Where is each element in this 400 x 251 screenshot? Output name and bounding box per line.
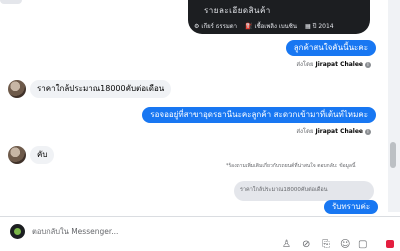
outgoing-message[interactable]: รอจออยู่ที่สาขาอุดรธานีนะคะลูกค้า สะดวกเ…: [142, 107, 376, 123]
sticker-icon[interactable]: ▢: [358, 240, 367, 250]
page-avatar: [10, 224, 25, 239]
sent-by-label: ส่งโดย Jirapat Chalee i: [296, 126, 371, 136]
meta-year-text: ปี 2014: [312, 23, 334, 30]
quoted-message[interactable]: ราคาใกล้ประมาณ18000คับต่อเดือน: [234, 181, 374, 201]
sent-by-label: ส่งโดย Jirapat Chalee i: [296, 59, 371, 69]
post-title: รายละเอียดสินค้า: [204, 6, 271, 15]
avatar[interactable]: [8, 146, 26, 164]
sender-name: Jirapat Chalee: [315, 128, 363, 135]
top-left-tab: [0, 0, 22, 4]
info-icon[interactable]: i: [365, 61, 371, 68]
info-icon[interactable]: i: [365, 128, 371, 135]
quoted-text: ราคาใกล้ประมาณ18000คับต่อเดือน: [240, 187, 328, 193]
like-icon[interactable]: [386, 240, 394, 248]
gear-icon: ⚙: [194, 23, 200, 30]
meta-year: ▦ ปี 2014: [305, 21, 334, 31]
reply-context: *ร้องถามเพิ่มเติมเกี่ยวกับรถยนต์ที่น่าสน…: [226, 163, 356, 169]
outgoing-message[interactable]: ลูกค้าสนใจคันนี้นะคะ: [285, 40, 376, 56]
meta-fuel-text: เชื้อเพลิง เบนซิน: [254, 23, 297, 30]
attachment-icon[interactable]: ⎘: [322, 240, 330, 250]
meta-gear-text: เกียร์ ธรรมดา: [201, 23, 238, 30]
outgoing-message[interactable]: รับทราบค่ะ: [324, 200, 379, 214]
avatar[interactable]: [8, 80, 26, 98]
post-meta: ⚙ เกียร์ ธรรมดา ⛽ เชื้อเพลิง เบนซิน ▦ ปี 20…: [194, 21, 334, 31]
sent-by-prefix: ส่งโดย: [296, 128, 314, 135]
emoji-icon[interactable]: ☺: [340, 240, 350, 250]
sent-by-prefix: ส่งโดย: [296, 61, 314, 68]
meta-gear: ⚙ เกียร์ ธรรมดา: [194, 21, 237, 31]
meta-fuel: ⛽ เชื้อเพลิง เบนซิน: [245, 21, 297, 31]
incoming-message[interactable]: คับ: [30, 146, 55, 164]
scrollbar-thumb[interactable]: [390, 142, 396, 168]
fuel-icon: ⛽: [245, 23, 253, 30]
sender-name: Jirapat Chalee: [315, 61, 363, 68]
scrollbar-track[interactable]: [388, 0, 400, 212]
reply-input[interactable]: ตอบกลับใน Messenger...: [32, 226, 118, 238]
calendar-icon: ▦: [304, 23, 311, 30]
link-icon[interactable]: ⊘: [302, 240, 310, 250]
product-post-card[interactable]: รายละเอียดสินค้า ⚙ เกียร์ ธรรมดา ⛽ เชื้อเพ…: [188, 0, 370, 34]
add-person-icon[interactable]: ♙: [282, 240, 291, 250]
incoming-message[interactable]: ราคาใกล้ประมาณ18000คับต่อเดือน: [30, 80, 172, 98]
